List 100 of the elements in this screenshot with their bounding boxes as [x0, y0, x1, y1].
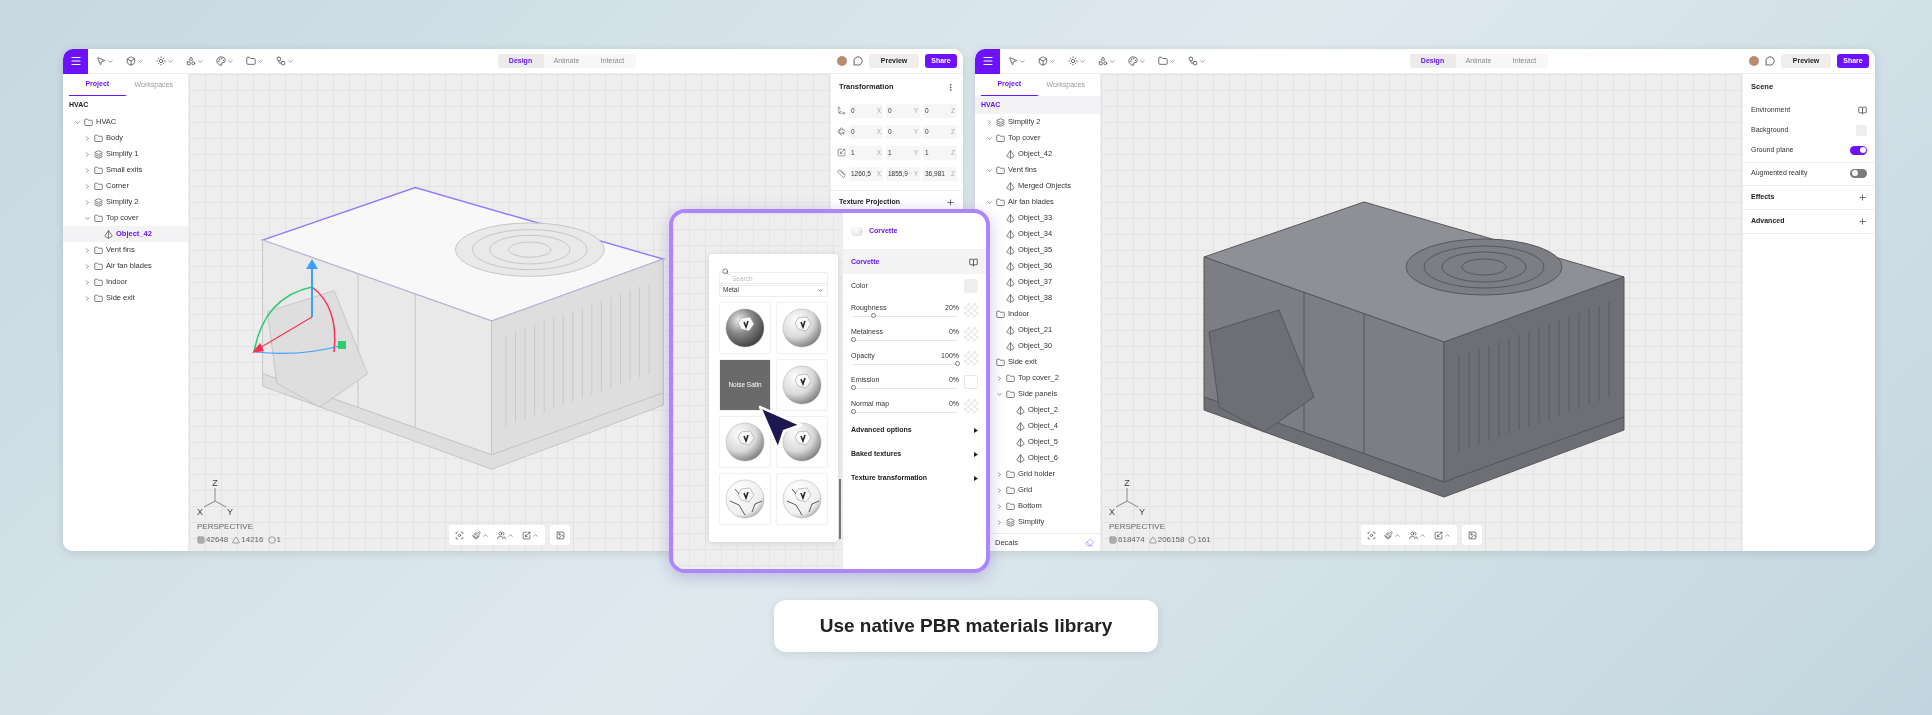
brush-icon	[472, 530, 481, 540]
stat-value: 206158	[1157, 534, 1185, 546]
material-tile[interactable]	[719, 302, 771, 354]
plus-icon[interactable]	[1858, 217, 1867, 226]
material-thumbnail-icon	[851, 226, 863, 236]
pyramid-icon	[1006, 341, 1015, 351]
pyramid-icon	[1006, 213, 1015, 223]
toggle-switch[interactable]	[1850, 168, 1867, 178]
toggle-switch[interactable]	[1850, 145, 1867, 155]
snapshot-button[interactable]	[550, 525, 570, 545]
comment-icon[interactable]	[853, 56, 863, 66]
pyramid-icon	[1016, 437, 1025, 447]
material-sphere-drawing	[725, 479, 765, 519]
view-mode-button[interactable]	[522, 530, 539, 540]
material-tile[interactable]	[776, 359, 828, 411]
chevron-down-icon[interactable]	[986, 134, 993, 142]
rotate-icon	[837, 127, 846, 136]
slider-thumb[interactable]	[850, 385, 856, 391]
snapshot-button[interactable]	[1462, 525, 1482, 545]
folder-icon	[1006, 501, 1015, 511]
chevron-right-icon[interactable]	[996, 502, 1003, 510]
ruler-icon	[837, 169, 846, 178]
layers-icon	[94, 197, 103, 207]
pyramid-icon	[1006, 245, 1015, 255]
comment-icon[interactable]	[1765, 56, 1775, 66]
slider-thumb[interactable]	[850, 409, 856, 415]
grid-icon	[197, 536, 205, 544]
chevron-right-icon[interactable]	[996, 518, 1003, 526]
view-mode-button[interactable]	[1434, 530, 1451, 540]
color-swatch[interactable]	[964, 375, 978, 389]
chevron-right-icon[interactable]	[84, 166, 91, 174]
focus-icon[interactable]	[455, 530, 464, 540]
triangle-icon	[1148, 536, 1157, 544]
avatar-icon[interactable]	[837, 56, 847, 66]
pointer-icon	[96, 56, 106, 66]
caret-icon	[257, 57, 264, 65]
palette-icon	[216, 56, 226, 66]
avatar-icon[interactable]	[1749, 56, 1759, 66]
folder-icon	[94, 261, 103, 271]
chevron-down-icon[interactable]	[84, 214, 91, 222]
chevron-down-icon[interactable]	[986, 166, 993, 174]
caret-icon	[1444, 531, 1451, 539]
chevron-down-icon[interactable]	[74, 118, 81, 126]
material-tile[interactable]	[776, 473, 828, 525]
pyramid-icon	[1006, 277, 1015, 287]
chevron-right-icon[interactable]	[84, 198, 91, 206]
move-icon	[837, 106, 846, 115]
folder-icon	[1006, 389, 1015, 399]
material-tile[interactable]	[719, 473, 771, 525]
focus-icon[interactable]	[1367, 530, 1376, 540]
chevron-right-icon[interactable]	[996, 470, 1003, 478]
chevron-right-icon[interactable]	[84, 262, 91, 270]
chevron-right-icon[interactable]	[84, 182, 91, 190]
plus-icon[interactable]	[1858, 193, 1867, 202]
search-icon	[722, 267, 729, 275]
material-tile[interactable]	[719, 416, 771, 468]
chevron-right-icon[interactable]	[84, 278, 91, 286]
caret-icon	[974, 451, 978, 457]
chevron-down-icon[interactable]	[996, 390, 1003, 398]
chevron-right-icon[interactable]	[84, 150, 91, 158]
eraser-icon[interactable]	[1085, 538, 1094, 547]
chevron-right-icon[interactable]	[84, 246, 91, 254]
folder-icon	[996, 133, 1005, 143]
caret-icon	[167, 57, 174, 65]
pyramid-icon	[1016, 421, 1025, 431]
scale-icon	[837, 148, 846, 157]
book-icon[interactable]	[1858, 105, 1867, 115]
caret-icon	[1394, 531, 1401, 539]
menu-button[interactable]	[63, 49, 88, 74]
slider-thumb[interactable]	[871, 313, 877, 319]
view-mode-button[interactable]	[1409, 530, 1426, 540]
chevron-right-icon[interactable]	[996, 374, 1003, 382]
caret-icon	[137, 57, 144, 65]
chevron-right-icon[interactable]	[996, 486, 1003, 494]
image-icon	[1467, 530, 1477, 540]
folder-icon	[94, 165, 103, 175]
material-tile[interactable]	[776, 302, 828, 354]
plus-icon[interactable]	[946, 198, 955, 207]
chevron-right-icon[interactable]	[986, 118, 993, 126]
folder-icon	[94, 277, 103, 287]
view-mode-button[interactable]	[497, 530, 514, 540]
chevron-down-icon[interactable]	[986, 198, 993, 206]
chevron-right-icon[interactable]	[84, 134, 91, 142]
menu-button[interactable]	[975, 49, 1000, 74]
folder-icon	[1006, 373, 1015, 383]
view-mode-button[interactable]	[472, 530, 489, 540]
book-icon[interactable]	[969, 257, 978, 267]
more-icon[interactable]	[946, 82, 955, 92]
folder-icon	[996, 309, 1005, 319]
folder-icon	[94, 245, 103, 255]
view-mode-button[interactable]	[1384, 530, 1401, 540]
circle-icon	[1188, 536, 1197, 544]
slider-thumb[interactable]	[850, 337, 856, 343]
material-sphere-drawing	[725, 308, 765, 348]
caret-icon	[287, 57, 294, 65]
pyramid-icon	[1016, 453, 1025, 463]
chevron-right-icon[interactable]	[84, 294, 91, 302]
slider-thumb[interactable]	[954, 361, 960, 367]
viewport-canvas[interactable]: Z X Y PERSPECTIVE 618474 206158 161	[1101, 74, 1742, 551]
stat-value: 618474	[1118, 534, 1145, 546]
